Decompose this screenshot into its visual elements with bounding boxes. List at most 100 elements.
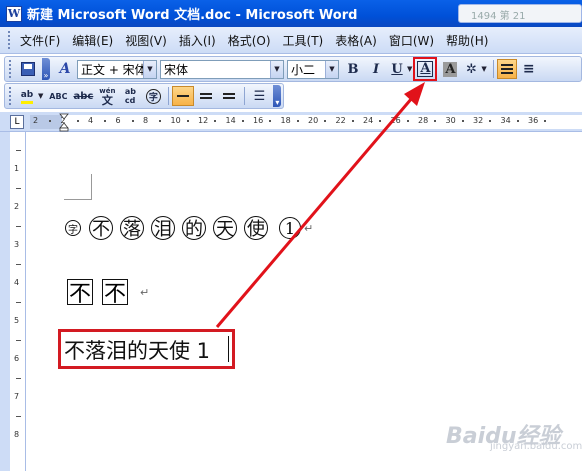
chevron-down-icon[interactable]: ▼ — [38, 92, 43, 100]
word-app-icon[interactable]: W — [6, 5, 22, 22]
ruler-tick-mark — [76, 120, 79, 122]
menu-insert[interactable]: 插入(I) — [179, 32, 216, 49]
phonetic-guide-button[interactable]: wén 文 — [96, 85, 118, 107]
menu-edit[interactable]: 编辑(E) — [72, 32, 113, 49]
ruler-tick-label: 22 — [335, 116, 346, 125]
phonetic-char: 文 — [101, 94, 113, 107]
chevron-down-icon[interactable]: ▼ — [143, 60, 156, 78]
numbering-icon: ☰ — [253, 88, 266, 104]
ruler-tick-label: 6 — [115, 116, 121, 125]
line-spacing-icon — [223, 93, 236, 99]
vertical-ruler-strip — [0, 132, 10, 471]
numbering-button[interactable]: ☰ — [248, 85, 270, 107]
char-border-icon: A — [417, 61, 434, 77]
enclose-char-button[interactable]: 字 — [142, 85, 164, 107]
combine-chars-icon: ab cd — [124, 87, 136, 105]
distribute-button[interactable] — [172, 86, 195, 106]
margin-corner-mark — [64, 174, 92, 200]
menu-view[interactable]: 视图(V) — [125, 32, 167, 49]
menu-help[interactable]: 帮助(H) — [446, 32, 488, 49]
toolbar-grip-handle[interactable] — [9, 87, 13, 105]
menu-tools[interactable]: 工具(T) — [283, 32, 324, 49]
boxed-char: 不 — [102, 279, 128, 307]
ruler-track[interactable] — [30, 115, 582, 129]
strikethrough-button[interactable]: abc — [71, 85, 95, 107]
enclosed-chars-line: 字 不 落 泪 的 天 使 1 ↵ — [65, 216, 313, 240]
ruler-tick-label: 34 — [500, 116, 511, 125]
enclosed-char: 不 — [89, 216, 113, 240]
toolbar-overflow-button[interactable]: ▾ — [273, 85, 282, 107]
ruler-tick-mark — [489, 120, 491, 122]
combine-chars-button[interactable]: ab cd — [119, 85, 141, 107]
text-cursor — [228, 336, 229, 362]
ruler-tick-label: 16 — [253, 116, 264, 125]
enclosed-char: 使 — [244, 216, 268, 240]
ruler-tick-label: 12 — [198, 116, 209, 125]
char-shading-icon: A — [443, 61, 458, 77]
toolbar-separator — [492, 60, 494, 78]
distribute-icon — [177, 95, 190, 97]
char-shading-button[interactable]: A — [439, 58, 461, 80]
formatting-toolbar: » A 正文 + 宋体 ▼ 宋体 ▼ 小二 ▼ B I U ▼ A A ✲ ▼ … — [4, 56, 582, 82]
line-spacing-button[interactable] — [218, 85, 240, 107]
menu-grip-handle[interactable] — [8, 31, 12, 49]
styles-icon: A — [59, 61, 71, 77]
menu-window[interactable]: 窗口(W) — [389, 32, 434, 49]
toolbar-grip-handle[interactable] — [9, 60, 13, 78]
ruler-tick-mark — [324, 120, 326, 122]
ruler-tick-label: 26 — [390, 116, 401, 125]
extended-formatting-toolbar: ab ▼ ABC abc wén 文 ab cd 字 ☰ ▾ — [4, 83, 284, 109]
ruler-tick-mark — [214, 120, 216, 122]
menu-bar: 文件(F) 编辑(E) 视图(V) 插入(I) 格式(O) 工具(T) 表格(A… — [0, 27, 582, 54]
enclosed-char: 落 — [120, 216, 144, 240]
menu-file[interactable]: 文件(F) — [20, 32, 60, 49]
menu-table[interactable]: 表格(A) — [335, 32, 377, 49]
chevron-down-icon[interactable]: ▼ — [407, 65, 412, 73]
enclosed-number: 1 — [279, 217, 301, 239]
paragraph-mark: ↵ — [304, 221, 314, 235]
document-text-line[interactable]: 不落泪的天使 1 — [64, 335, 210, 365]
chevron-down-icon[interactable]: ▼ — [325, 60, 338, 78]
font-size-select[interactable]: 小二 ▼ — [287, 59, 339, 79]
bold-button[interactable]: B — [342, 58, 364, 80]
ruler-tick-label: 24 — [363, 116, 374, 125]
ruler-tick-mark — [461, 120, 464, 122]
underline-button[interactable]: U — [388, 58, 406, 80]
tab-selector-button[interactable]: L — [10, 115, 24, 129]
char-border-button[interactable]: A — [413, 57, 438, 81]
vruler-tick-mark — [16, 302, 21, 303]
italic-button[interactable]: I — [365, 58, 387, 80]
chevron-down-icon[interactable]: ▼ — [481, 65, 486, 73]
styles-pane-button[interactable]: A — [54, 58, 76, 80]
save-icon — [21, 62, 35, 76]
strikethrough-icon: abc — [73, 90, 94, 102]
toolbar-overflow-button[interactable]: » — [42, 58, 50, 80]
save-button[interactable] — [17, 58, 39, 80]
highlight-button[interactable]: ab — [17, 85, 37, 107]
ruler-tick-label: 32 — [473, 116, 484, 125]
watermark-url: jingyan.baidu.com — [490, 441, 582, 452]
align-center-button[interactable]: ≡ — [518, 58, 540, 80]
font-select[interactable]: 宋体 ▼ — [160, 59, 284, 79]
boxed-chars-line: 不 不 ↵ — [67, 279, 149, 307]
vruler-tick-mark — [16, 226, 21, 227]
align-left-button[interactable] — [496, 59, 517, 79]
ruler-tick-mark — [269, 120, 271, 122]
char-scale-button[interactable]: ✲ — [462, 58, 480, 80]
ruler-tick-label: 18 — [280, 116, 291, 125]
vruler-tick-mark — [16, 378, 21, 379]
indent-marker[interactable] — [59, 112, 69, 132]
style-select[interactable]: 正文 + 宋体 ▼ — [77, 59, 157, 79]
vruler-tick-label: 1 — [14, 164, 20, 173]
char-scale-icon: ✲ — [465, 61, 477, 77]
spelling-button[interactable]: ABC — [46, 85, 70, 107]
small-enclosed-char: 字 — [65, 220, 81, 236]
align-left-icon — [500, 64, 513, 74]
help-search-box[interactable]: 1494 第 21 — [458, 4, 582, 23]
vruler-tick-mark — [16, 188, 21, 189]
chevron-down-icon[interactable]: ▼ — [270, 60, 283, 78]
style-select-value: 正文 + 宋体 — [81, 62, 147, 77]
menu-format[interactable]: 格式(O) — [228, 32, 271, 49]
vruler-tick-label: 3 — [14, 240, 20, 249]
justify-button[interactable] — [195, 85, 217, 107]
